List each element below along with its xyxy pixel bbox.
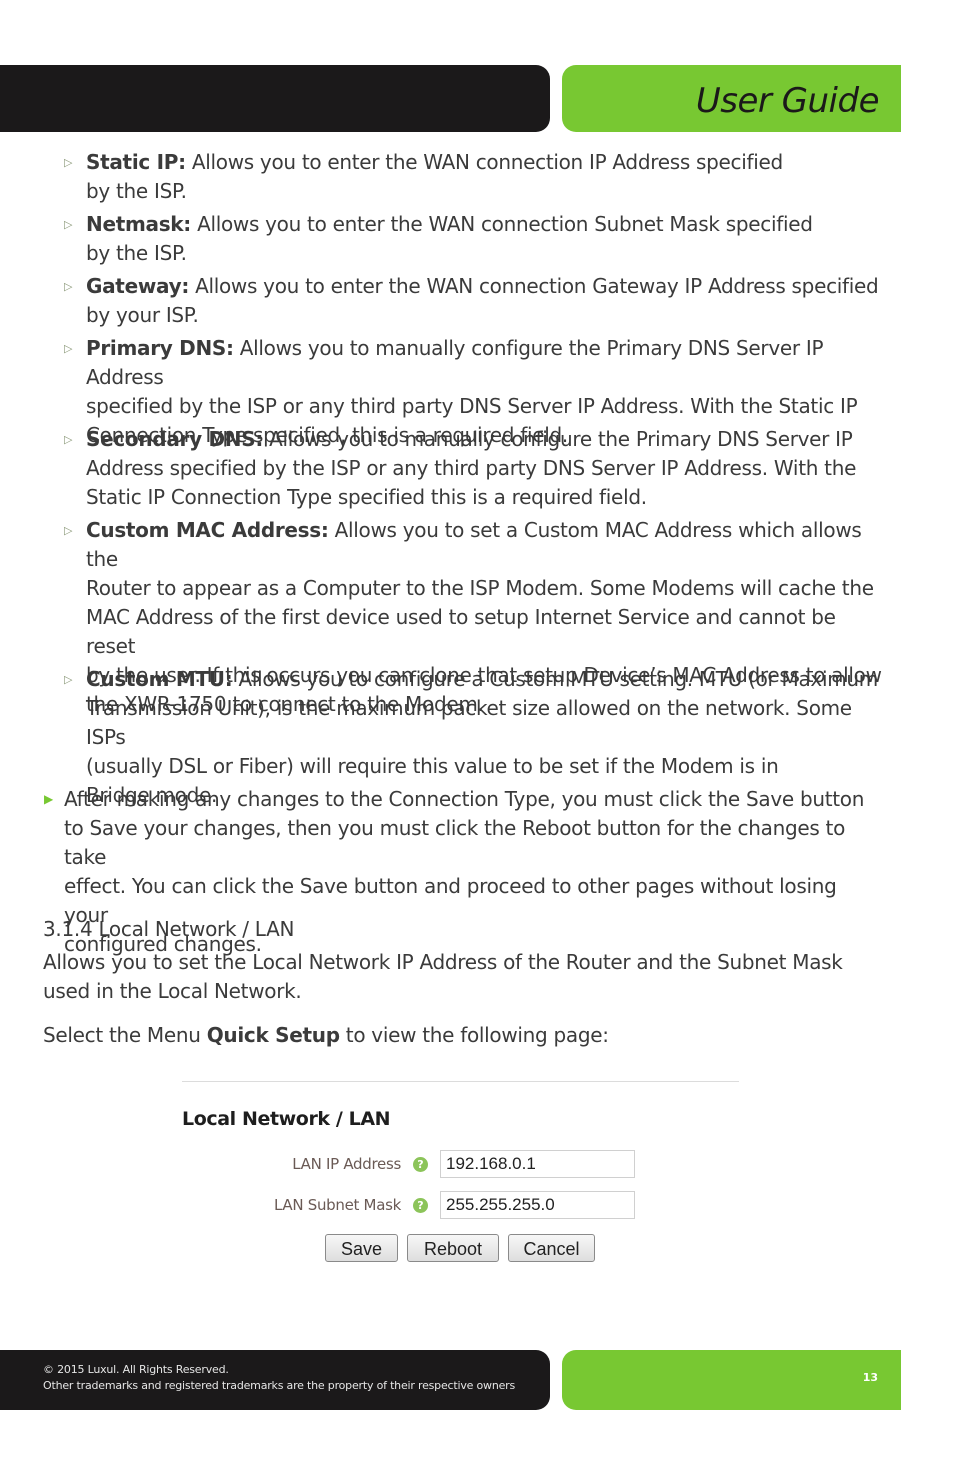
bullet-term: Secondary DNS: [86, 427, 264, 451]
document-title: User Guide [695, 81, 880, 121]
bullet-term: Primary DNS: [86, 336, 234, 360]
cancel-button[interactable]: Cancel [508, 1234, 595, 1262]
bullet-triangle-icon: ▷ [64, 218, 73, 231]
lan-subnet-mask-input[interactable] [440, 1191, 635, 1219]
header-bar-dark [0, 65, 550, 132]
lan-ip-label: LAN IP Address [292, 1155, 401, 1173]
panel-title: Local Network / LAN [182, 1108, 391, 1130]
bullet-gateway: ▷ Gateway: Allows you to enter the WAN c… [64, 274, 879, 327]
bullet-term: Static IP: [86, 150, 186, 174]
help-question-icon[interactable]: ? [413, 1198, 428, 1213]
bullet-secondary-dns: ▷ Secondary DNS: Allows you to manually … [64, 427, 857, 509]
save-button[interactable]: Save [325, 1234, 398, 1262]
bullet-triangle-icon: ▷ [64, 524, 73, 537]
bullet-triangle-icon: ▷ [64, 342, 73, 355]
panel-divider [182, 1081, 739, 1082]
bullet-triangle-icon: ▷ [64, 156, 73, 169]
help-question-icon[interactable]: ? [413, 1157, 428, 1172]
bullet-netmask: ▷ Netmask: Allows you to enter the WAN c… [64, 212, 813, 265]
bullet-term: Custom MTU: [86, 667, 233, 691]
bullet-triangle-icon: ▷ [64, 433, 73, 446]
header-bar-green: User Guide [562, 65, 901, 132]
section-heading: 3.1.4 Local Network / LAN [43, 917, 295, 941]
trademark-text: Other trademarks and registered trademar… [43, 1379, 516, 1392]
page-number: 13 [862, 1371, 878, 1384]
bullet-term: Gateway: [86, 274, 190, 298]
bullet-triangle-icon: ▷ [64, 280, 73, 293]
bullet-filled-triangle-icon: ▶ [44, 792, 53, 806]
bullet-triangle-icon: ▷ [64, 673, 73, 686]
menu-name: Quick Setup [206, 1023, 340, 1047]
bullet-static-ip: ▷ Static IP: Allows you to enter the WAN… [64, 150, 783, 203]
lan-subnet-mask-label: LAN Subnet Mask [273, 1196, 401, 1214]
copyright-text: © 2015 Luxul. All Rights Reserved. [43, 1363, 229, 1376]
section-description: Allows you to set the Local Network IP A… [43, 950, 843, 1003]
reboot-button[interactable]: Reboot [407, 1234, 499, 1262]
bullet-term: Custom MAC Address: [86, 518, 329, 542]
footer-bar-green: 13 [562, 1350, 901, 1410]
bullet-term: Netmask: [86, 212, 192, 236]
footer-bar-dark: © 2015 Luxul. All Rights Reserved. Other… [0, 1350, 550, 1410]
section-instruction: Select the Menu Quick Setup to view the … [43, 1023, 609, 1047]
lan-ip-input[interactable] [440, 1150, 635, 1178]
